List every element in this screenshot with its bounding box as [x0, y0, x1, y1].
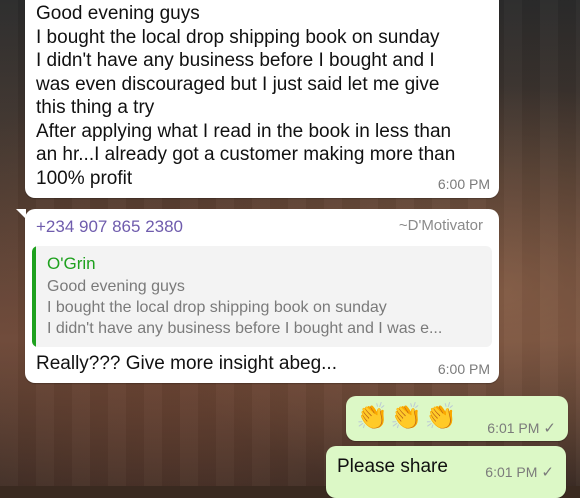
sender-phone[interactable]: +234 907 865 2380	[36, 217, 183, 237]
clapping-hands-icon: 👏👏👏	[356, 401, 460, 431]
single-check-icon: ✓	[541, 464, 554, 481]
quote-accent-bar	[32, 246, 36, 347]
outgoing-message[interactable]: Please share 6:01 PM ✓	[326, 446, 566, 498]
message-text: Please share	[337, 456, 448, 477]
message-time: 6:00 PM	[437, 361, 490, 377]
outgoing-emoji-message[interactable]: 👏👏👏 6:01 PM ✓	[346, 396, 568, 441]
quote-line: I bought the local drop shipping book on…	[47, 299, 387, 316]
message-time: 6:01 PM	[485, 464, 538, 480]
message-meta: 6:01 PM ✓	[485, 463, 554, 481]
sender-alias: ~D'Motivator	[398, 217, 483, 234]
single-check-icon: ✓	[543, 420, 556, 437]
message-text: Good evening guys I bought the local dro…	[36, 3, 456, 189]
message-meta: 6:01 PM ✓	[487, 419, 556, 437]
incoming-reply-message[interactable]: +234 907 865 2380 ~D'Motivator O'Grin Go…	[25, 209, 499, 383]
incoming-message[interactable]: Good evening guys I bought the local dro…	[25, 0, 499, 198]
quote-line: Good evening guys	[47, 278, 185, 295]
message-time: 6:00 PM	[437, 176, 490, 192]
message-time: 6:01 PM	[487, 420, 540, 436]
message-text: Really??? Give more insight abeg...	[36, 353, 337, 374]
quote-author: O'Grin	[47, 254, 96, 273]
quote-line: I didn't have any business before I boug…	[47, 320, 443, 337]
quoted-message[interactable]: O'Grin Good evening guys I bought the lo…	[32, 246, 492, 347]
